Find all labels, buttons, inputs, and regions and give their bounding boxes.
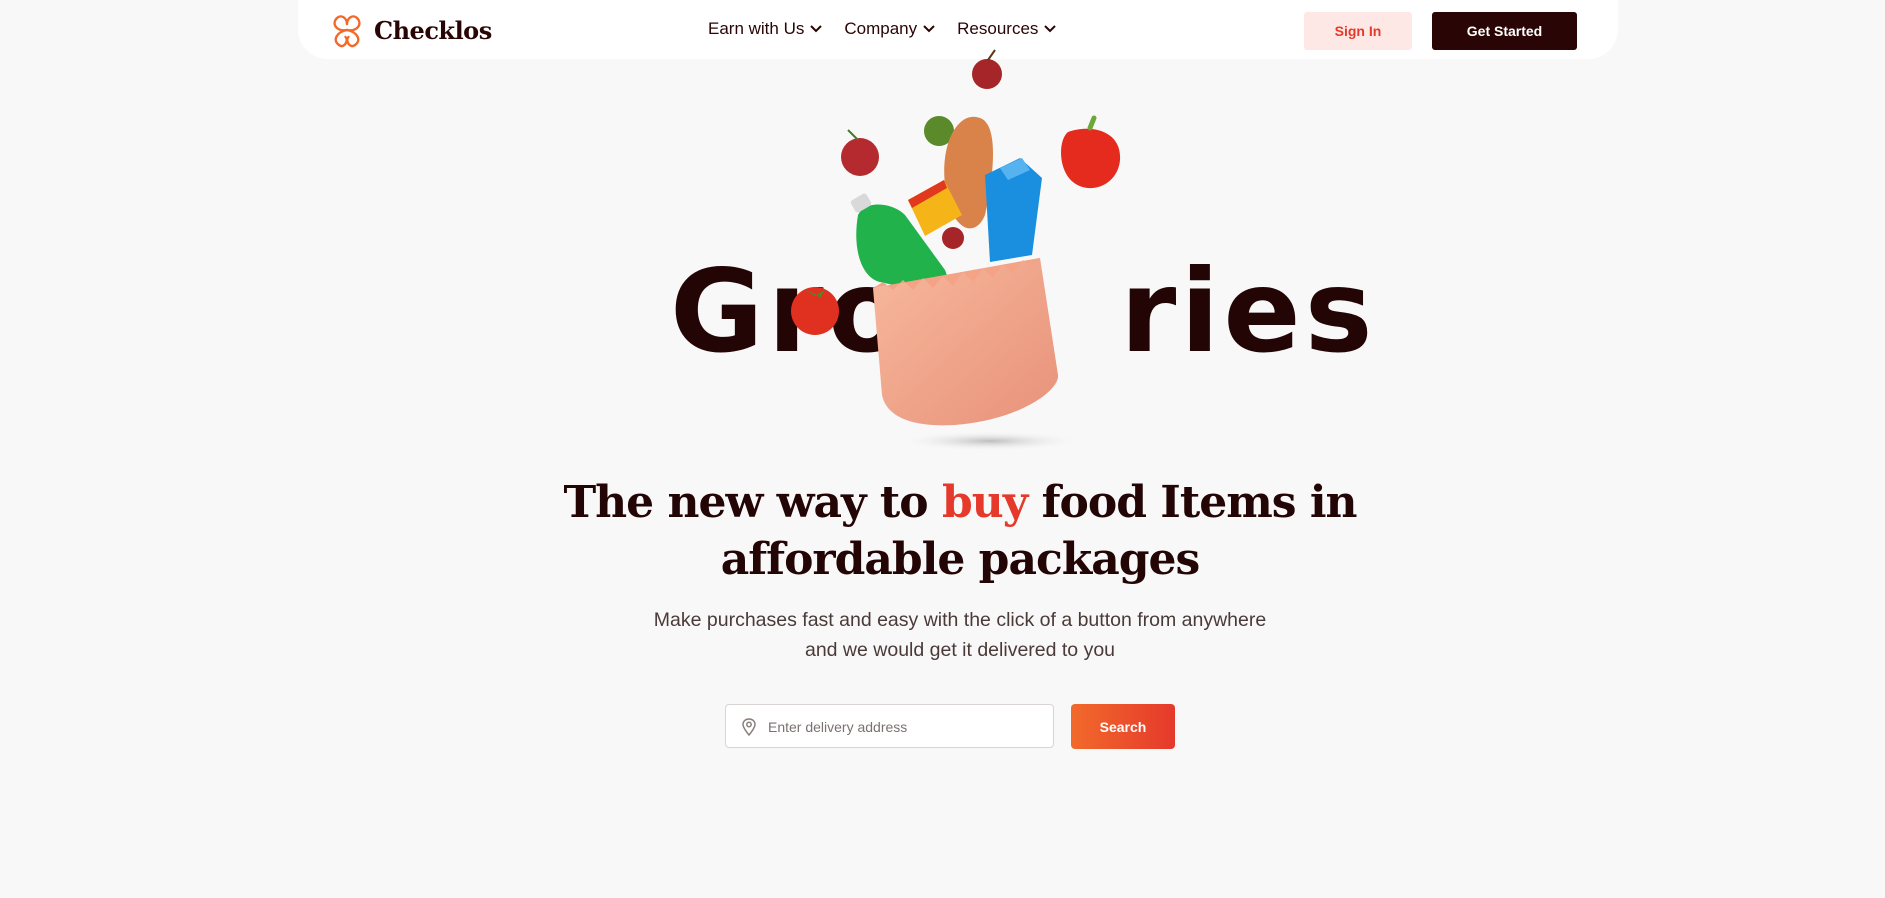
headline-part1: The new way to xyxy=(563,477,942,528)
hero-subtext: Make purchases fast and easy with the cl… xyxy=(653,609,1267,661)
search-button[interactable]: Search xyxy=(1071,704,1175,749)
headline-accent: buy xyxy=(941,477,1028,528)
hero-headline: The new way to buy food Items in afforda… xyxy=(520,474,1400,588)
delivery-address-field[interactable] xyxy=(725,704,1054,749)
grocery-bag-illustration xyxy=(791,49,1121,451)
delivery-address-input[interactable] xyxy=(766,705,1050,749)
location-pin-icon xyxy=(742,718,756,736)
